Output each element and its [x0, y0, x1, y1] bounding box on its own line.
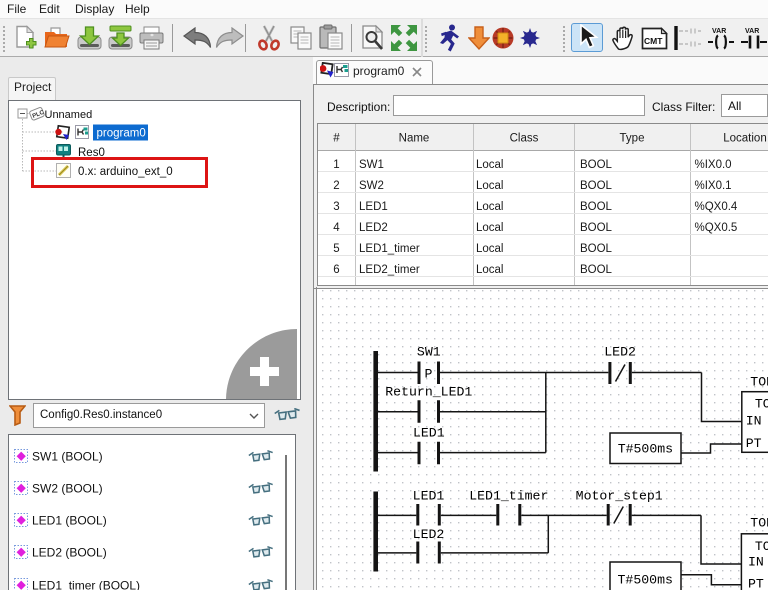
svg-text:LED1: LED1	[359, 201, 388, 213]
svg-text:P: P	[425, 367, 433, 382]
svg-text:%QX0.5: %QX0.5	[695, 222, 738, 234]
svg-text:%IX0.1: %IX0.1	[695, 180, 732, 192]
svg-text:LED1 (BOOL): LED1 (BOOL)	[32, 514, 107, 528]
svg-text:SW1: SW1	[417, 345, 441, 360]
svg-text:LED1_timer: LED1_timer	[469, 489, 548, 504]
svg-text:LED1_timer (BOOL): LED1_timer (BOOL)	[32, 579, 140, 590]
svg-text:Motor_step1: Motor_step1	[576, 489, 663, 504]
svg-text:3: 3	[333, 201, 339, 213]
svg-text:BOOL: BOOL	[580, 159, 613, 171]
svg-text:2: 2	[333, 180, 339, 192]
svg-text:BOOL: BOOL	[580, 201, 613, 213]
svg-text:1: 1	[333, 159, 339, 171]
svg-text:BOOL: BOOL	[580, 222, 613, 234]
svg-text:TON1: TON1	[750, 516, 768, 531]
svg-text:CMT: CMT	[644, 36, 663, 46]
svg-text:T#500ms: T#500ms	[618, 573, 673, 588]
svg-text:LED2: LED2	[359, 222, 388, 234]
svg-text:Local: Local	[476, 180, 504, 192]
svg-text:PT: PT	[748, 577, 764, 590]
svg-text:SW2: SW2	[359, 180, 384, 192]
svg-text:TON: TON	[755, 539, 768, 554]
svg-text:PT: PT	[746, 436, 762, 451]
svg-text:Return_LED1: Return_LED1	[385, 384, 472, 399]
svg-text:LED2 (BOOL): LED2 (BOOL)	[32, 546, 107, 560]
svg-text:IN: IN	[746, 413, 762, 428]
svg-text:Name: Name	[399, 133, 430, 145]
svg-text:Class: Class	[510, 133, 539, 145]
svg-text:TON0: TON0	[750, 374, 768, 389]
svg-text:Type: Type	[620, 133, 645, 145]
svg-text:Local: Local	[476, 264, 504, 276]
svg-text:Unnamed: Unnamed	[45, 109, 93, 121]
svg-text:program0: program0	[97, 128, 146, 140]
svg-text:BOOL: BOOL	[580, 243, 613, 255]
svg-text:LED1_timer: LED1_timer	[359, 243, 420, 255]
svg-text:Location: Location	[723, 133, 766, 145]
svg-text:SW1 (BOOL): SW1 (BOOL)	[32, 450, 103, 464]
svg-text:Local: Local	[476, 222, 504, 234]
svg-text:5: 5	[333, 243, 339, 255]
svg-text:LED1: LED1	[413, 426, 445, 441]
svg-text:LED2: LED2	[604, 345, 636, 360]
svg-text:6: 6	[333, 264, 339, 276]
svg-text:T#500ms: T#500ms	[618, 441, 673, 456]
svg-text:%QX0.4: %QX0.4	[695, 201, 738, 213]
svg-text:%IX0.0: %IX0.0	[695, 159, 732, 171]
svg-text:SW1: SW1	[359, 159, 384, 171]
svg-text:#: #	[333, 133, 340, 145]
svg-text:BOOL: BOOL	[580, 264, 613, 276]
svg-text:Local: Local	[476, 201, 504, 213]
svg-text:4: 4	[333, 222, 340, 234]
svg-text:Local: Local	[476, 159, 504, 171]
svg-text:VAR: VAR	[745, 28, 759, 35]
svg-text:LED1: LED1	[413, 489, 445, 504]
svg-text:VAR: VAR	[712, 28, 726, 35]
svg-text:SW2 (BOOL): SW2 (BOOL)	[32, 482, 103, 496]
svg-text:IN: IN	[748, 555, 764, 570]
svg-text:TON: TON	[755, 397, 768, 412]
svg-text:BOOL: BOOL	[580, 180, 613, 192]
svg-text:Local: Local	[476, 243, 504, 255]
svg-text:LED2: LED2	[413, 527, 445, 542]
svg-text:LED2_timer: LED2_timer	[359, 264, 420, 276]
